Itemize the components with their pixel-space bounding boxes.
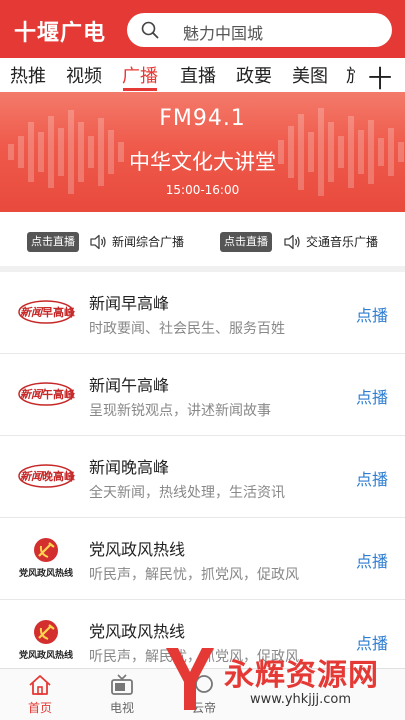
live-button-news[interactable]: 点击直播 [27,232,79,252]
banner-frequency: FM94.1 [159,106,246,131]
program-desc: 时政要闻、社会民生、服务百姓 [89,321,285,337]
live-button-traffic[interactable]: 点击直播 [220,232,272,252]
app-screen: 十堰广电 魅力中国城 热推 视频 广播 直播 政要 美图 旅 十 [0,0,405,720]
active-tab-indicator [123,88,157,91]
watermark: 永辉资源网 www.yhkjjj.com [158,636,405,720]
on-demand-button[interactable]: 点播 [356,302,388,326]
on-demand-button[interactable]: 点播 [356,466,388,490]
radio-banner[interactable]: FM94.1 中华文化大讲堂 15:00-16:00 [0,92,405,212]
nav-tv-label: 电视 [109,701,134,715]
watermark-text: 永辉资源网 [224,658,379,693]
svg-text:党风政风热线: 党风政风热线 [19,649,73,661]
nav-home[interactable]: 首页 [10,673,70,716]
list-item[interactable]: 新闻 早高峰 新闻早高峰 时政要闻、社会民生、服务百姓 点播 [0,272,405,354]
svg-text:午高峰: 午高峰 [42,387,76,401]
banner-program-time: 15:00-16:00 [165,183,240,197]
svg-text:新闻: 新闻 [20,306,44,319]
tab-photos[interactable]: 美图 [292,62,328,88]
tab-travel[interactable]: 旅 [346,62,355,88]
watermark-logo [166,648,214,710]
tab-hot[interactable]: 热推 [10,62,46,88]
search-box[interactable]: 魅力中国城 [127,13,392,47]
tab-live[interactable]: 直播 [180,62,216,88]
svg-text:早高峰: 早高峰 [42,305,76,319]
watermark-url: www.yhkjjj.com [250,692,352,707]
tv-icon [111,674,133,695]
on-demand-button[interactable]: 点播 [356,384,388,408]
on-demand-button[interactable]: 点播 [356,548,388,572]
top-bar: 十堰广电 魅力中国城 [0,0,405,58]
svg-text:新闻: 新闻 [20,388,44,401]
svg-text:党风政风热线: 党风政风热线 [19,567,73,579]
search-placeholder: 魅力中国城 [183,24,264,43]
speaker-icon [90,234,106,250]
svg-text:新闻: 新闻 [20,470,44,483]
list-item[interactable]: 党风政风热线 党风政风热线 听民声，解民忧，抓党风，促政风 点播 [0,518,405,600]
live-channels: 点击直播 新闻综合广播 点击直播 交通音乐广播 [0,212,405,268]
tab-politics[interactable]: 政要 [236,62,272,88]
program-desc: 听民声，解民忧，抓党风，促政风 [89,567,299,583]
program-title: 新闻早高峰 [89,294,170,313]
add-tab-icon[interactable]: 十 [368,59,392,92]
channel-tabs: 热推 视频 广播 直播 政要 美图 旅 十 [0,58,405,92]
dangfeng-logo: 党风政风热线 [19,620,73,661]
banner-program-title: 中华文化大讲堂 [129,150,276,174]
list-item[interactable]: 新闻 晚高峰 新闻晚高峰 全天新闻，热线处理，生活资讯 点播 [0,436,405,518]
xinwen-wan-logo: 新闻 晚高峰 [18,464,76,488]
speaker-icon [284,234,300,250]
xinwen-zao-logo: 新闻 早高峰 [18,300,76,324]
nav-tv[interactable]: 电视 [92,673,152,716]
live-channel-traffic[interactable]: 交通音乐广播 [306,233,378,250]
live-channel-news[interactable]: 新闻综合广播 [112,233,184,250]
home-icon [29,675,51,695]
program-desc: 全天新闻，热线处理，生活资讯 [89,485,285,501]
app-title: 十堰广电 [14,21,107,46]
xinwen-wu-logo: 新闻 午高峰 [18,382,76,406]
program-title: 新闻晚高峰 [89,458,170,477]
program-title: 新闻午高峰 [89,376,170,395]
program-desc: 呈现新锐观点，讲述新闻故事 [89,403,271,419]
list-item[interactable]: 新闻 午高峰 新闻午高峰 呈现新锐观点，讲述新闻故事 点播 [0,354,405,436]
tab-video[interactable]: 视频 [66,62,102,88]
nav-home-label: 首页 [27,701,52,715]
dangfeng-logo: 党风政风热线 [19,538,73,579]
tab-radio[interactable]: 广播 [122,62,158,88]
svg-text:晚高峰: 晚高峰 [42,469,76,483]
program-title: 党风政风热线 [89,540,186,559]
search-icon [141,21,159,39]
